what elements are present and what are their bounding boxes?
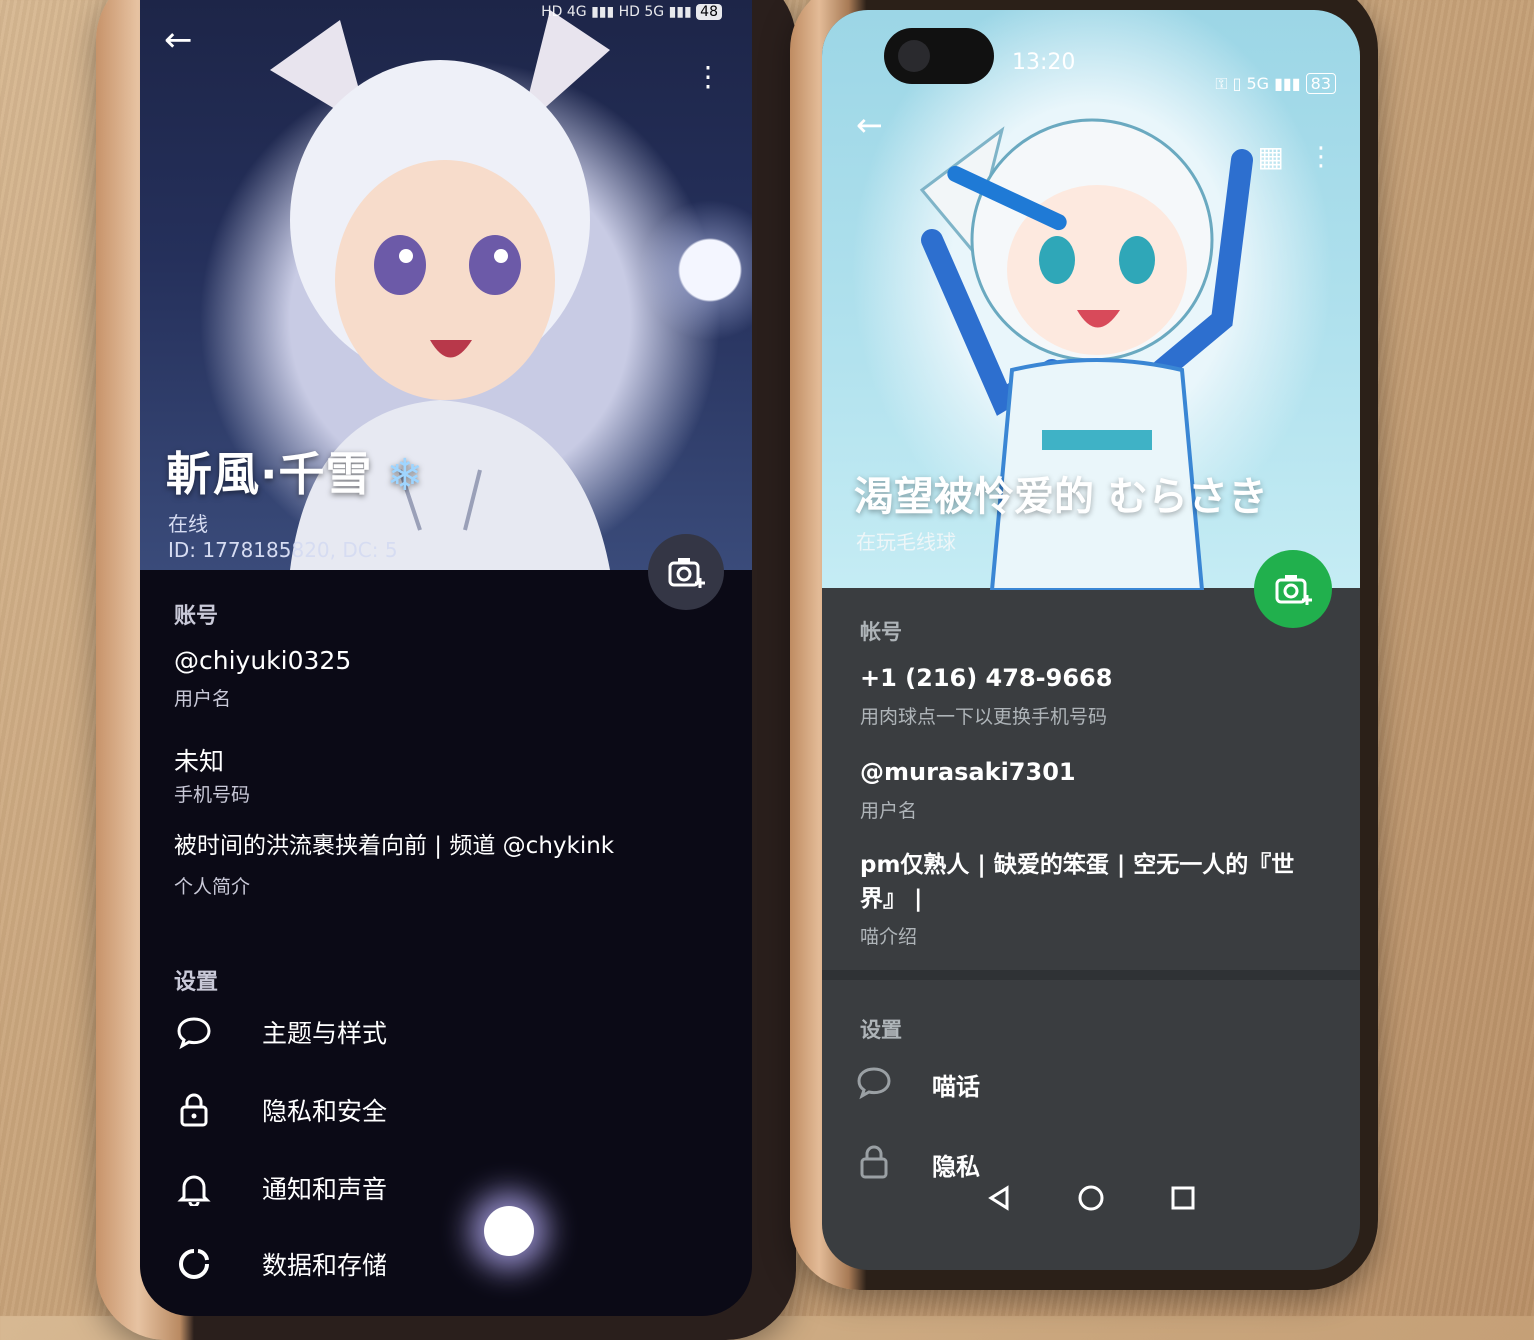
account-section-title: 账号 — [174, 604, 219, 629]
settings-item-theme[interactable]: 主题与样式 — [174, 1012, 387, 1052]
status-time: 13:20 — [1012, 50, 1076, 75]
status-bar: HD 4G ▮▮▮ HD 5G ▮▮▮ 48 — [541, 4, 722, 20]
back-arrow-icon[interactable]: ← — [856, 106, 883, 144]
settings-item-notifications[interactable]: 通知和声音 — [174, 1168, 387, 1208]
left-phone-screen: HD 4G ▮▮▮ HD 5G ▮▮▮ 48 ← ⋮ 斬風·千雪 ❄ 在线 ID:… — [140, 0, 752, 1316]
status-bar: ⚿ ▯ 5G ▮▮▮ 83 — [1215, 73, 1336, 94]
display-name: 斬風·千雪 ❄ — [166, 447, 425, 501]
phone-caption: 用肉球点一下以更换手机号码 — [860, 706, 1108, 728]
lock-icon — [174, 1090, 214, 1130]
snowflake-icon: ❄ — [386, 450, 425, 501]
account-section-title: 帐号 — [860, 620, 902, 644]
set-photo-button[interactable] — [648, 534, 724, 610]
right-phone-screen: 13:20 ⚿ ▯ 5G ▮▮▮ 83 ← ▦ ⋮ 渴望被怜爱的 むらさき 在玩… — [822, 10, 1360, 1270]
section-divider — [822, 970, 1360, 980]
username-value[interactable]: @murasaki7301 — [860, 758, 1076, 786]
bio-caption: 喵介绍 — [860, 926, 918, 948]
settings-section-title: 设置 — [860, 1018, 902, 1042]
settings-item-data[interactable]: 数据和存储 — [174, 1244, 387, 1284]
chat-bubble-icon — [856, 1064, 892, 1104]
online-status: 在线 — [168, 512, 208, 536]
back-arrow-icon[interactable]: ← — [164, 20, 193, 60]
online-status: 在玩毛线球 — [856, 530, 956, 554]
right-profile-header: 13:20 ⚿ ▯ 5G ▮▮▮ 83 ← ▦ ⋮ 渴望被怜爱的 むらさき 在玩… — [822, 10, 1360, 590]
qr-code-icon[interactable]: ▦ — [1258, 140, 1284, 173]
phone-value[interactable]: 未知 — [174, 742, 224, 778]
bio-caption: 个人简介 — [174, 876, 251, 898]
data-pie-icon — [174, 1244, 214, 1284]
bell-icon — [174, 1168, 214, 1208]
left-profile-header: HD 4G ▮▮▮ HD 5G ▮▮▮ 48 ← ⋮ 斬風·千雪 ❄ 在线 ID:… — [140, 0, 752, 570]
settings-item-privacy[interactable]: 隐私和安全 — [174, 1090, 387, 1130]
phone-value[interactable]: +1 (216) 478-9668 — [860, 664, 1112, 692]
camera-add-icon — [1275, 575, 1312, 605]
username-caption: 用户名 — [860, 800, 918, 822]
nav-home-icon[interactable] — [1077, 1184, 1105, 1216]
front-camera-pill — [884, 28, 994, 84]
bio-value[interactable]: pm仅熟人 | 缺爱的笨蛋 | 空无一人的『世界』 | — [860, 848, 1300, 916]
user-id: ID: 1778185820, DC: 5 — [168, 538, 398, 562]
camera-add-icon — [668, 558, 705, 588]
light-reflection — [484, 1206, 534, 1256]
nav-recents-icon[interactable] — [1169, 1184, 1197, 1216]
more-options-icon[interactable]: ⋮ — [694, 60, 722, 93]
system-navigation-bar — [822, 1170, 1360, 1230]
bio-value[interactable]: 被时间的洪流裹挟着向前 | 频道 @chykink — [174, 826, 614, 860]
display-name: 渴望被怜爱的 むらさき — [854, 474, 1268, 520]
chat-bubble-icon — [174, 1012, 214, 1052]
username-caption: 用户名 — [174, 688, 232, 710]
settings-item-chats[interactable]: 喵话 — [856, 1064, 980, 1104]
username-value[interactable]: @chiyuki0325 — [174, 646, 351, 675]
nav-back-icon[interactable] — [985, 1184, 1013, 1216]
phone-caption: 手机号码 — [174, 784, 251, 806]
settings-section-title: 设置 — [174, 970, 219, 995]
more-options-icon[interactable]: ⋮ — [1308, 142, 1334, 172]
set-photo-button[interactable] — [1254, 550, 1332, 628]
